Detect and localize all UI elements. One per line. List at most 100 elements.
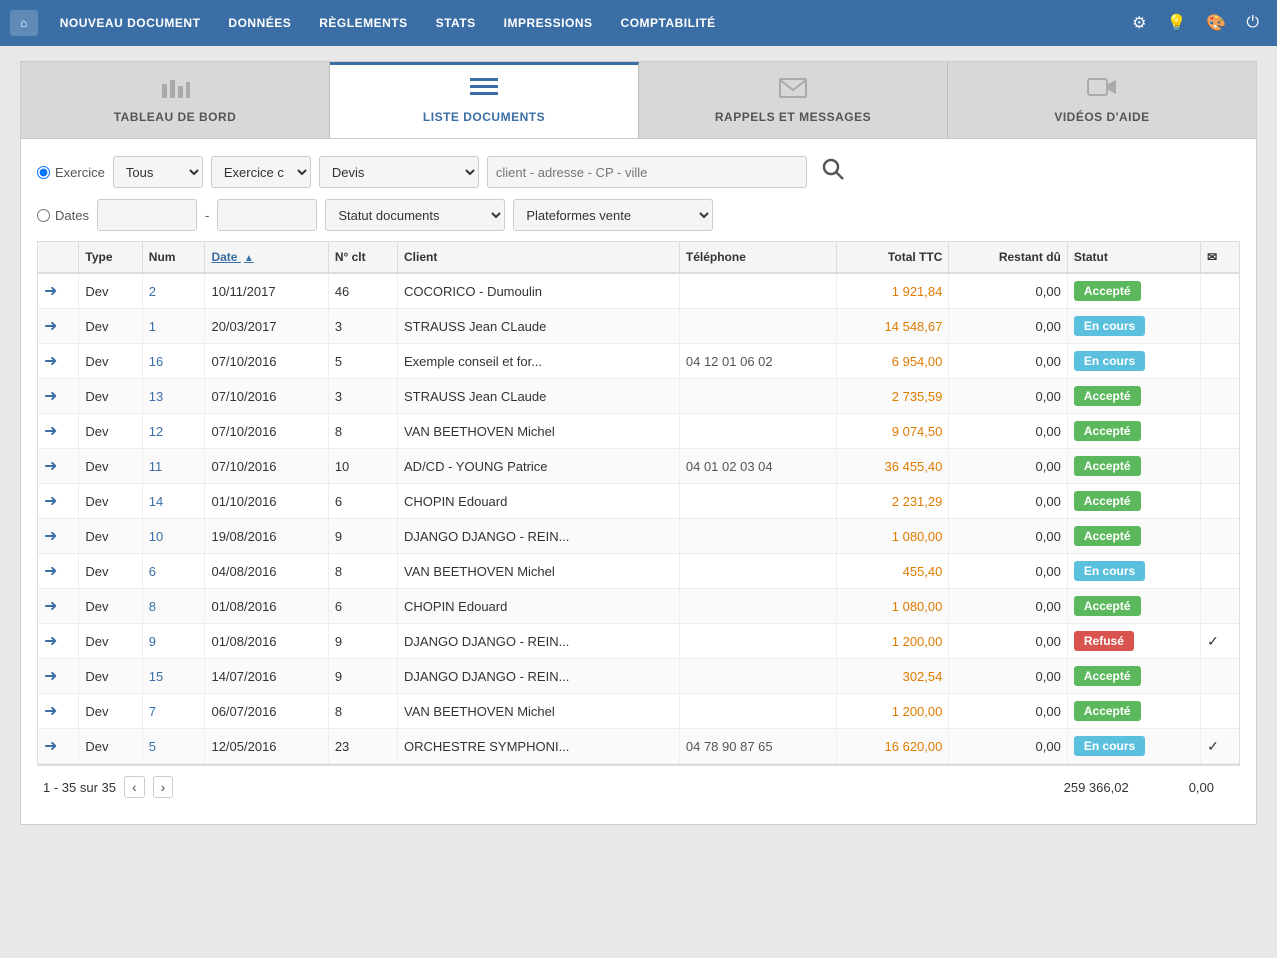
cell-num[interactable]: 11 [142, 449, 205, 484]
cell-client[interactable]: VAN BEETHOVEN Michel [398, 694, 680, 729]
cell-num[interactable]: 5 [142, 729, 205, 764]
cell-arrow[interactable]: ➜ [38, 624, 79, 659]
cell-client[interactable]: AD/CD - YOUNG Patrice [398, 449, 680, 484]
plateforme-select[interactable]: Plateformes vente [513, 199, 713, 231]
cell-telephone [679, 414, 837, 449]
cell-client[interactable]: DJANGO DJANGO - REIN... [398, 519, 680, 554]
table-row[interactable]: ➜ Dev 7 06/07/2016 8 VAN BEETHOVEN Miche… [38, 694, 1239, 729]
nav-stats[interactable]: STATS [424, 8, 488, 38]
cell-arrow[interactable]: ➜ [38, 309, 79, 344]
tab-rappels-messages[interactable]: RAPPELS ET MESSAGES [639, 62, 948, 138]
next-page-button[interactable]: › [153, 776, 174, 798]
table-row[interactable]: ➜ Dev 13 07/10/2016 3 STRAUSS Jean CLaud… [38, 379, 1239, 414]
cell-mail [1201, 309, 1239, 344]
cell-num[interactable]: 13 [142, 379, 205, 414]
exercice-label: Exercice [55, 165, 105, 180]
date-end-input[interactable]: 05/12/2017 [217, 199, 317, 231]
exercice-radio[interactable] [37, 166, 50, 179]
cell-client[interactable]: CHOPIN Edouard [398, 589, 680, 624]
table-row[interactable]: ➜ Dev 2 10/11/2017 46 COCORICO - Dumouli… [38, 273, 1239, 309]
exercice-select[interactable]: Exercice c [211, 156, 311, 188]
cell-num[interactable]: 15 [142, 659, 205, 694]
tab-tableau-de-bord[interactable]: TABLEAU DE BORD [21, 62, 330, 138]
cell-total-ttc: 1 200,00 [837, 624, 949, 659]
power-icon[interactable]: ⏻ [1238, 8, 1267, 38]
table-row[interactable]: ➜ Dev 8 01/08/2016 6 CHOPIN Edouard 1 08… [38, 589, 1239, 624]
nav-impressions[interactable]: IMPRESSIONS [492, 8, 605, 38]
bulb-icon[interactable]: 💡 [1159, 7, 1195, 39]
table-row[interactable]: ➜ Dev 16 07/10/2016 5 Exemple conseil et… [38, 344, 1239, 379]
cell-num[interactable]: 9 [142, 624, 205, 659]
cell-num[interactable]: 16 [142, 344, 205, 379]
palette-icon[interactable]: 🎨 [1198, 7, 1234, 39]
cell-mail [1201, 273, 1239, 309]
cell-num[interactable]: 1 [142, 309, 205, 344]
table-row[interactable]: ➜ Dev 10 19/08/2016 9 DJANGO DJANGO - RE… [38, 519, 1239, 554]
prev-page-button[interactable]: ‹ [124, 776, 145, 798]
cell-arrow[interactable]: ➜ [38, 694, 79, 729]
cell-client[interactable]: STRAUSS Jean CLaude [398, 309, 680, 344]
tab-videos-aide[interactable]: VIDÉOS D'AIDE [948, 62, 1256, 138]
dates-radio-label[interactable]: Dates [37, 208, 89, 223]
cell-arrow[interactable]: ➜ [38, 449, 79, 484]
cell-client[interactable]: Exemple conseil et for... [398, 344, 680, 379]
table-row[interactable]: ➜ Dev 11 07/10/2016 10 AD/CD - YOUNG Pat… [38, 449, 1239, 484]
client-input[interactable] [487, 156, 807, 188]
cell-arrow[interactable]: ➜ [38, 729, 79, 764]
nav-reglements[interactable]: RÈGLEMENTS [307, 8, 419, 38]
cell-num[interactable]: 12 [142, 414, 205, 449]
cell-client[interactable]: VAN BEETHOVEN Michel [398, 554, 680, 589]
cell-num[interactable]: 10 [142, 519, 205, 554]
statut-select[interactable]: Statut documents [325, 199, 505, 231]
cell-client[interactable]: VAN BEETHOVEN Michel [398, 414, 680, 449]
cell-arrow[interactable]: ➜ [38, 589, 79, 624]
cell-client[interactable]: ORCHESTRE SYMPHONI... [398, 729, 680, 764]
cell-mail [1201, 379, 1239, 414]
nav-comptabilite[interactable]: COMPTABILITÉ [609, 8, 728, 38]
cell-restant-du: 0,00 [949, 379, 1068, 414]
cell-client[interactable]: CHOPIN Edouard [398, 484, 680, 519]
search-button[interactable] [815, 155, 851, 189]
table-row[interactable]: ➜ Dev 15 14/07/2016 9 DJANGO DJANGO - RE… [38, 659, 1239, 694]
col-mail: ✉ [1201, 242, 1239, 273]
table-footer: 1 - 35 sur 35 ‹ › 259 366,02 0,00 [37, 765, 1240, 808]
table-row[interactable]: ➜ Dev 1 20/03/2017 3 STRAUSS Jean CLaude… [38, 309, 1239, 344]
devis-select[interactable]: Devis [319, 156, 479, 188]
cell-arrow[interactable]: ➜ [38, 273, 79, 309]
exercice-radio-label[interactable]: Exercice [37, 165, 105, 180]
cell-client[interactable]: DJANGO DJANGO - REIN... [398, 659, 680, 694]
cell-arrow[interactable]: ➜ [38, 379, 79, 414]
cell-arrow[interactable]: ➜ [38, 414, 79, 449]
cell-num[interactable]: 7 [142, 694, 205, 729]
cell-client[interactable]: COCORICO - Dumoulin [398, 273, 680, 309]
nav-donnees[interactable]: DONNÉES [216, 8, 303, 38]
table-row[interactable]: ➜ Dev 12 07/10/2016 8 VAN BEETHOVEN Mich… [38, 414, 1239, 449]
cell-arrow[interactable]: ➜ [38, 484, 79, 519]
dates-radio[interactable] [37, 209, 50, 222]
tous-select[interactable]: Tous [113, 156, 203, 188]
cell-client[interactable]: STRAUSS Jean CLaude [398, 379, 680, 414]
cell-client[interactable]: DJANGO DJANGO - REIN... [398, 624, 680, 659]
cell-num[interactable]: 6 [142, 554, 205, 589]
table-row[interactable]: ➜ Dev 9 01/08/2016 9 DJANGO DJANGO - REI… [38, 624, 1239, 659]
cell-num[interactable]: 2 [142, 273, 205, 309]
home-button[interactable]: ⌂ [10, 10, 38, 36]
cell-num[interactable]: 14 [142, 484, 205, 519]
cell-date: 07/10/2016 [205, 344, 328, 379]
cell-arrow[interactable]: ➜ [38, 344, 79, 379]
cell-restant-du: 0,00 [949, 519, 1068, 554]
tab-liste-documents[interactable]: LISTE DOCUMENTS [330, 62, 639, 138]
nav-nouveau-document[interactable]: NOUVEAU DOCUMENT [48, 8, 213, 38]
col-date[interactable]: Date ▲ [205, 242, 328, 273]
cell-num[interactable]: 8 [142, 589, 205, 624]
cell-arrow[interactable]: ➜ [38, 659, 79, 694]
settings-icon[interactable]: ⚙ [1124, 7, 1154, 39]
table-row[interactable]: ➜ Dev 5 12/05/2016 23 ORCHESTRE SYMPHONI… [38, 729, 1239, 764]
table-row[interactable]: ➜ Dev 6 04/08/2016 8 VAN BEETHOVEN Miche… [38, 554, 1239, 589]
date-start-input[interactable]: 05/11/2017 [97, 199, 197, 231]
cell-type: Dev [79, 484, 142, 519]
documents-table-wrapper[interactable]: Type Num Date ▲ N° clt Client Téléphone … [37, 241, 1240, 765]
cell-arrow[interactable]: ➜ [38, 554, 79, 589]
table-row[interactable]: ➜ Dev 14 01/10/2016 6 CHOPIN Edouard 2 2… [38, 484, 1239, 519]
cell-arrow[interactable]: ➜ [38, 519, 79, 554]
